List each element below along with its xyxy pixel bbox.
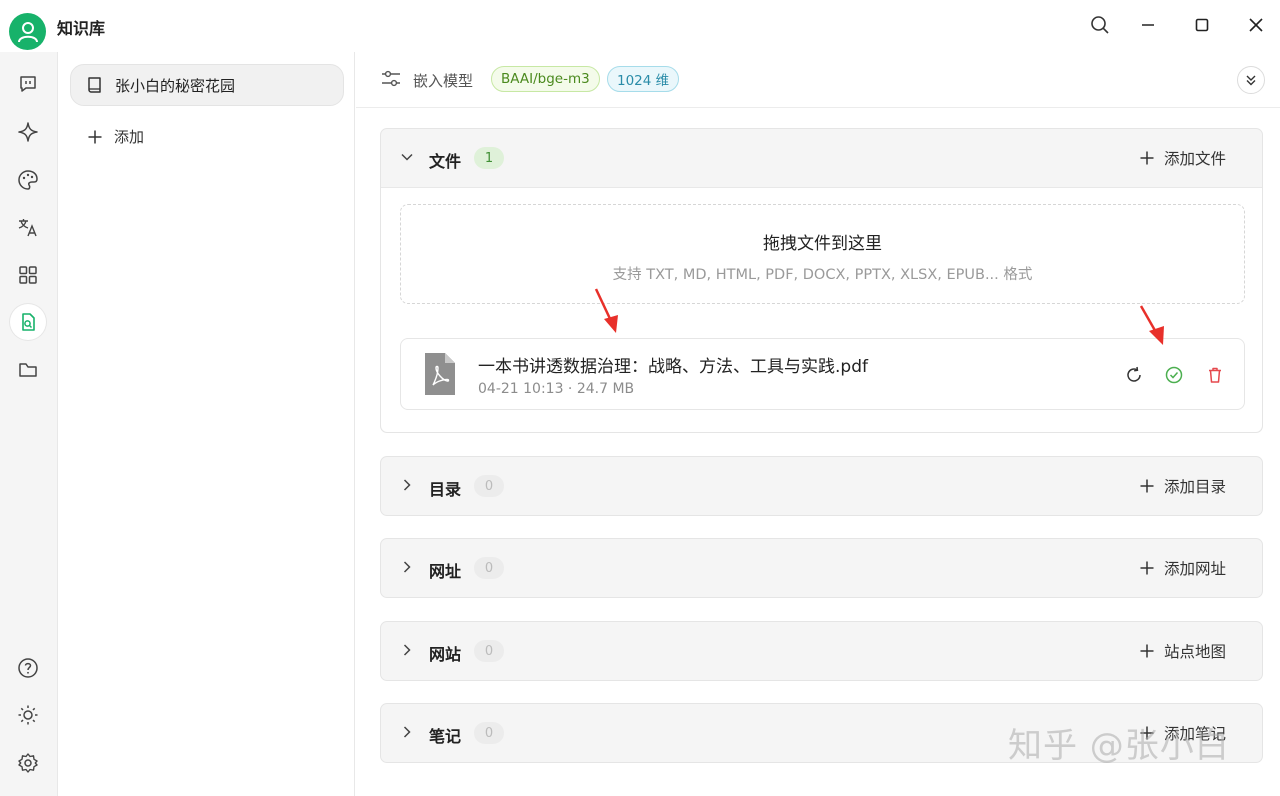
chevron-down-icon	[401, 153, 413, 161]
title-bar: 知识库	[0, 0, 1280, 52]
folder-icon	[19, 363, 37, 377]
count-badge: 0	[474, 475, 504, 497]
section-title: 文件	[429, 152, 462, 171]
chevron-right-icon	[403, 726, 411, 738]
nav-apps[interactable]	[10, 257, 46, 293]
count-badge: 0	[474, 722, 504, 744]
urls-section-header[interactable]: 网址 0 添加网址	[381, 539, 1262, 597]
maximize-button[interactable]	[1188, 11, 1216, 39]
sliders-icon	[382, 70, 400, 87]
add-url-button[interactable]: 添加网址	[1140, 557, 1226, 579]
avatar[interactable]	[9, 13, 46, 50]
main-panel: 嵌入模型 BAAI/bge-m3 1024 维 文件 1 添加文件 拖拽文件到这…	[356, 52, 1280, 796]
nav-files[interactable]	[10, 352, 46, 388]
add-knowledge-base-button[interactable]: 添加	[88, 126, 144, 147]
dirs-section: 目录 0 添加目录	[380, 456, 1263, 516]
nav-theme[interactable]	[10, 697, 46, 733]
kb-item-secret-garden[interactable]: 张小白的秘密花园	[70, 64, 344, 106]
files-section: 文件 1 添加文件 拖拽文件到这里 支持 TXT, MD, HTML, PDF,…	[380, 128, 1263, 433]
nav-paint[interactable]	[10, 162, 46, 198]
section-title: 笔记	[429, 727, 462, 746]
model-tag: BAAI/bge-m3	[491, 66, 600, 92]
file-status-done	[1164, 365, 1184, 385]
add-file-label: 添加文件	[1163, 150, 1226, 168]
check-circle-icon	[1165, 366, 1183, 384]
apps-icon	[19, 266, 37, 284]
embedding-model-label: 嵌入模型	[413, 72, 474, 90]
nav-agents[interactable]	[10, 114, 46, 150]
add-url-label: 添加网址	[1163, 560, 1226, 578]
minimize-icon	[1142, 24, 1154, 26]
file-name: 一本书讲透数据治理：战略、方法、工具与实践.pdf	[478, 357, 868, 377]
add-file-button[interactable]: 添加文件	[1140, 147, 1226, 169]
embedding-settings-button[interactable]	[380, 68, 402, 90]
help-icon	[18, 658, 38, 678]
dirs-section-header[interactable]: 目录 0 添加目录	[381, 457, 1262, 515]
book-icon	[88, 77, 101, 93]
minimize-button[interactable]	[1134, 11, 1162, 39]
chevron-right-icon	[403, 561, 411, 573]
count-badge: 0	[474, 640, 504, 662]
trash-icon	[1209, 367, 1221, 383]
plus-icon	[88, 130, 102, 143]
user-icon	[17, 21, 38, 42]
sparkle-icon	[18, 122, 38, 142]
dropzone-title: 拖拽文件到这里	[763, 234, 882, 254]
refresh-file-button[interactable]	[1124, 365, 1144, 385]
app-title: 知识库	[57, 19, 106, 38]
sites-section: 网站 0 站点地图	[380, 621, 1263, 681]
knowledge-base-icon	[22, 313, 35, 331]
add-directory-button[interactable]: 添加目录	[1140, 475, 1226, 497]
nav-settings[interactable]	[10, 745, 46, 781]
theme-icon	[18, 705, 38, 725]
file-meta: 04-21 10:13 · 24.7 MB	[478, 381, 635, 397]
section-title: 网站	[429, 645, 462, 664]
files-section-header[interactable]: 文件 1 添加文件	[381, 129, 1262, 187]
chevron-right-icon	[403, 644, 411, 656]
plus-icon	[1140, 561, 1154, 575]
search-icon	[1091, 16, 1109, 34]
knowledge-base-list: 张小白的秘密花园 添加	[57, 52, 355, 796]
sites-section-header[interactable]: 网站 0 站点地图	[381, 622, 1262, 680]
add-label: 添加	[114, 128, 145, 146]
close-window-button[interactable]	[1242, 11, 1270, 39]
palette-icon	[18, 170, 38, 190]
nav-help[interactable]	[10, 650, 46, 686]
refresh-icon	[1127, 366, 1141, 382]
plus-icon	[1140, 644, 1154, 658]
sitemap-label: 站点地图	[1163, 643, 1226, 661]
kb-toolbar: 嵌入模型 BAAI/bge-m3 1024 维	[356, 52, 1280, 108]
file-dropzone[interactable]: 拖拽文件到这里 支持 TXT, MD, HTML, PDF, DOCX, PPT…	[400, 204, 1245, 304]
kb-item-label: 张小白的秘密花园	[115, 76, 236, 95]
nav-chat[interactable]	[10, 66, 46, 102]
nav-knowledge-base[interactable]	[10, 304, 46, 340]
dropzone-subtitle: 支持 TXT, MD, HTML, PDF, DOCX, PPTX, XLSX,…	[612, 267, 1033, 283]
translate-icon	[18, 219, 37, 237]
urls-section: 网址 0 添加网址	[380, 538, 1263, 598]
search-button[interactable]	[1086, 11, 1114, 39]
watermark: 知乎 @张小白	[1008, 726, 1230, 766]
files-section-body: 拖拽文件到这里 支持 TXT, MD, HTML, PDF, DOCX, PPT…	[381, 187, 1262, 432]
plus-icon	[1140, 479, 1154, 493]
count-badge: 1	[474, 147, 504, 169]
section-title: 网址	[429, 562, 462, 581]
pdf-file-icon	[425, 353, 455, 395]
sitemap-button[interactable]: 站点地图	[1140, 640, 1226, 662]
delete-file-button[interactable]	[1205, 365, 1225, 385]
collapse-button[interactable]	[1237, 66, 1265, 94]
settings-icon	[18, 753, 38, 773]
section-title: 目录	[429, 480, 462, 499]
nav-rail	[0, 52, 57, 796]
count-badge: 0	[474, 557, 504, 579]
plus-icon	[1140, 151, 1154, 165]
add-directory-label: 添加目录	[1163, 478, 1226, 496]
file-item: 一本书讲透数据治理：战略、方法、工具与实践.pdf 04-21 10:13 · …	[400, 338, 1245, 410]
close-icon	[1249, 18, 1263, 32]
nav-translate[interactable]	[10, 209, 46, 245]
chevron-right-icon	[403, 479, 411, 491]
chevrons-down-icon	[1246, 75, 1256, 86]
chat-icon	[20, 76, 36, 92]
dimension-tag: 1024 维	[607, 66, 680, 92]
maximize-icon	[1195, 18, 1209, 32]
